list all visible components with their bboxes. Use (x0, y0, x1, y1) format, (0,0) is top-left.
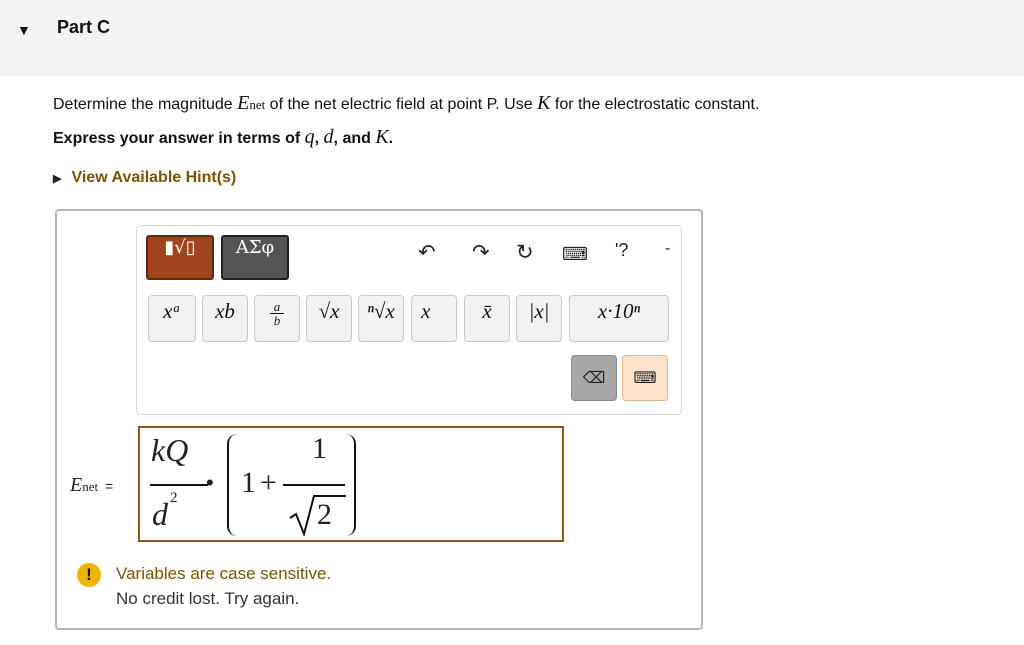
answer-input[interactable]: kQ d 2 • 1 + 1 2 (138, 426, 564, 542)
sqrt-key[interactable]: √x (306, 295, 352, 342)
expr-root-arg: 2 (317, 498, 332, 531)
hint-label: View Available Hint(s) (71, 169, 237, 186)
feedback-detail: No credit lost. Try again. (116, 589, 300, 608)
expr-fraction-bar-2 (283, 484, 345, 486)
var-d: d (323, 126, 334, 148)
expr-dot: • (206, 470, 214, 495)
expr-den-d: d (152, 496, 168, 532)
instruction-comma: , (314, 130, 324, 147)
redo-icon[interactable]: ↷ (472, 240, 490, 265)
more-icon[interactable]: - (665, 240, 670, 258)
feedback-message: Variables are case sensitive. (116, 564, 332, 583)
part-header[interactable]: ▼ Part C (0, 0, 1024, 76)
expr-den-exp: 2 (170, 490, 178, 506)
expr-num-kQ: kQ (151, 432, 189, 468)
instruction-part3: . (388, 130, 394, 147)
question-part2: of the net electric field at point P. Us… (265, 96, 538, 113)
var-q: q (304, 126, 315, 148)
subscript-key[interactable]: xb (202, 295, 248, 342)
xbar-key[interactable]: x̄ (464, 295, 510, 342)
instruction-part2: , and (333, 130, 376, 147)
templates-tab[interactable]: ▮√▯ (146, 235, 214, 280)
part-title: Part C (57, 17, 111, 37)
var-K: K (537, 92, 551, 114)
var-E-sub: net (249, 97, 266, 112)
undo-icon[interactable]: ↶ (418, 240, 436, 265)
expr-plus: + (260, 466, 277, 499)
expr-left-paren (227, 434, 237, 536)
warning-icon: ! (77, 563, 101, 587)
keyboard-shortcuts-icon[interactable]: ⌨ (562, 244, 588, 265)
scientific-notation-key[interactable]: x·10ⁿ (569, 295, 669, 342)
question-text: Determine the magnitude Enet of the net … (53, 92, 759, 115)
abs-value-key[interactable]: |x| (516, 295, 562, 342)
fraction-key[interactable]: a b (254, 295, 300, 342)
help-icon[interactable]: '? (615, 240, 628, 261)
question-part3: for the electrostatic constant. (550, 96, 760, 113)
answer-label: Enet = (70, 474, 113, 497)
reset-icon[interactable]: ↻ (516, 240, 534, 265)
expr-num-1: 1 (312, 432, 327, 465)
fraction-key-den: b (273, 313, 281, 328)
answer-label-sub: net (82, 479, 99, 494)
answer-label-E: E (70, 474, 83, 496)
fraction-key-num: a (270, 300, 284, 314)
superscript-key[interactable]: xᵃ (148, 295, 196, 342)
symbols-tab[interactable]: ΑΣφ (221, 235, 289, 280)
nthroot-key[interactable]: ⁿ√x (358, 295, 404, 342)
view-hints-link[interactable]: ▶ View Available Hint(s) (53, 169, 236, 187)
question-part1: Determine the magnitude (53, 96, 238, 113)
answer-label-equals: = (105, 478, 114, 494)
keyboard-toggle-icon[interactable]: ⌨ (622, 355, 668, 401)
expr-fraction-bar (150, 484, 208, 486)
expand-arrow-icon: ▶ (53, 173, 62, 185)
expr-right-paren (346, 434, 356, 536)
delete-icon[interactable]: ⌫ (571, 355, 617, 401)
collapse-caret-icon[interactable]: ▼ (17, 22, 31, 38)
vector-key[interactable]: x⃗ (411, 295, 457, 342)
var-E: E (237, 92, 250, 114)
expr-one: 1 (241, 466, 256, 499)
var-K2: K (375, 126, 389, 148)
instruction-part1: Express your answer in terms of (53, 130, 305, 147)
instruction-text: Express your answer in terms of q, d, an… (53, 126, 393, 149)
